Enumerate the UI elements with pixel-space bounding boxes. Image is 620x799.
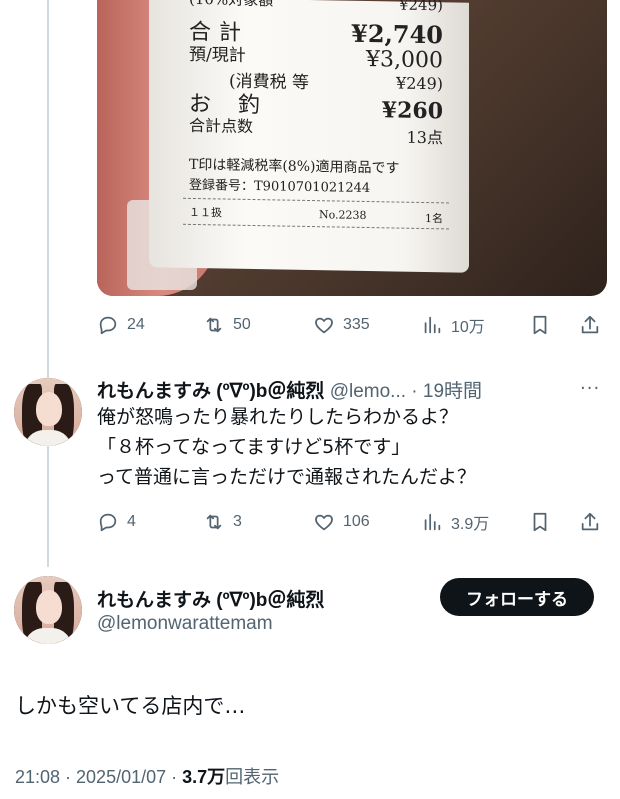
timestamp[interactable]: 19時間 (423, 381, 482, 402)
retweet-count: 50 (233, 316, 251, 333)
like-count: 106 (343, 513, 370, 530)
reply-icon (99, 513, 117, 532)
like-icon (315, 317, 333, 334)
bookmark-icon (533, 512, 547, 532)
tweet-actions: 4 3 106 3.9万 (97, 507, 607, 537)
handle[interactable]: @lemo... (330, 381, 406, 402)
views-icon (424, 513, 441, 531)
like-button[interactable]: 106 (313, 511, 370, 533)
receipt-top-value: ¥249) (398, 0, 443, 15)
views-icon (424, 316, 441, 334)
share-button[interactable] (579, 511, 601, 533)
views-button[interactable]: 3.9万 (421, 510, 489, 534)
views-count: 10万 (451, 319, 485, 336)
receipt-tax-value: ¥249) (396, 73, 443, 94)
thread-line (47, 0, 49, 567)
tweet-text: 俺が怒鳴ったり暴れたりしたらわかるよ？ 「８杯ってなってますけど5杯です」 って… (97, 402, 476, 492)
tweet-line: って普通に言っただけで通報されたんだよ？ (97, 466, 477, 488)
receipt-count-label: 合計点数 (189, 115, 254, 137)
reply-count: 24 (127, 316, 145, 333)
follow-button[interactable]: フォローする (440, 578, 594, 616)
bookmark-button[interactable] (529, 511, 551, 533)
timestamp[interactable]: 21:08 · 2025/01/07 · (15, 767, 177, 787)
receipt-paid-value: ¥3,000 (366, 46, 443, 74)
reply-icon (99, 316, 117, 335)
tweet-line: 俺が怒鳴ったり暴れたりしたらわかるよ？ (97, 406, 459, 428)
tweet-header: れもんますみ (ºᐁº)b＠純烈 @lemo... · 19時間 (97, 376, 482, 403)
bookmark-button[interactable] (529, 314, 551, 336)
receipt-footer-number: No.2238 (319, 208, 367, 223)
retweet-count: 3 (233, 513, 242, 530)
avatar[interactable] (14, 378, 82, 446)
share-icon (581, 512, 599, 531)
receipt-divider (183, 223, 449, 230)
like-count: 335 (343, 316, 370, 333)
receipt-photo[interactable]: (10%対象額 ¥249) 合計 ¥2,740 預/現計 ¥3,000 (消費税… (97, 0, 607, 296)
receipt-note-registration: 登録番号：T9010701021244 (189, 177, 371, 197)
more-options-icon[interactable]: ··· (580, 378, 600, 399)
views-label: 回表示 (225, 767, 280, 787)
tweet-actions: 24 50 335 10万 (97, 310, 607, 340)
bookmark-icon (533, 315, 547, 335)
separator-dot: · (411, 381, 418, 402)
receipt-divider (183, 197, 449, 204)
display-name[interactable]: れもんますみ (ºᐁº)b＠純烈 (97, 381, 324, 402)
receipt-footer-right: 1名 (425, 212, 443, 226)
like-button[interactable]: 335 (313, 314, 370, 336)
retweet-icon (206, 317, 222, 333)
views-button[interactable]: 10万 (421, 313, 485, 337)
tweet-text: しかも空いてる店内で… (15, 694, 246, 718)
receipt-total-value: ¥2,740 (351, 18, 443, 50)
receipt-paper: (10%対象額 ¥249) 合計 ¥2,740 預/現計 ¥3,000 (消費税… (149, 0, 469, 273)
views-count: 3.9万 (451, 516, 490, 533)
receipt-footer-left: １１扱 (189, 205, 222, 220)
receipt-paid-label: 預/現計 (189, 44, 246, 66)
retweet-icon (206, 514, 222, 530)
like-icon (315, 514, 333, 531)
reply-button[interactable]: 4 (97, 511, 136, 533)
reply-count: 4 (127, 513, 136, 530)
tweet-meta: 21:08 · 2025/01/07 · 3.7万回表示 (15, 763, 279, 789)
share-icon (581, 315, 599, 334)
retweet-button[interactable]: 3 (203, 511, 242, 533)
receipt-change-value: ¥260 (381, 97, 443, 125)
retweet-button[interactable]: 50 (203, 314, 251, 336)
reply-button[interactable]: 24 (97, 314, 145, 336)
share-button[interactable] (579, 314, 601, 336)
handle[interactable]: @lemonwarattemam (97, 613, 273, 635)
views-count: 3.7万 (182, 767, 226, 787)
display-name[interactable]: れもんますみ (ºᐁº)b＠純烈 (97, 585, 324, 612)
avatar[interactable] (14, 576, 82, 644)
receipt-top-label: (10%対象額 (189, 0, 273, 10)
receipt-count-value: 13点 (406, 127, 443, 148)
tweet-line: 「８杯ってなってますけど5杯です」 (97, 436, 411, 458)
